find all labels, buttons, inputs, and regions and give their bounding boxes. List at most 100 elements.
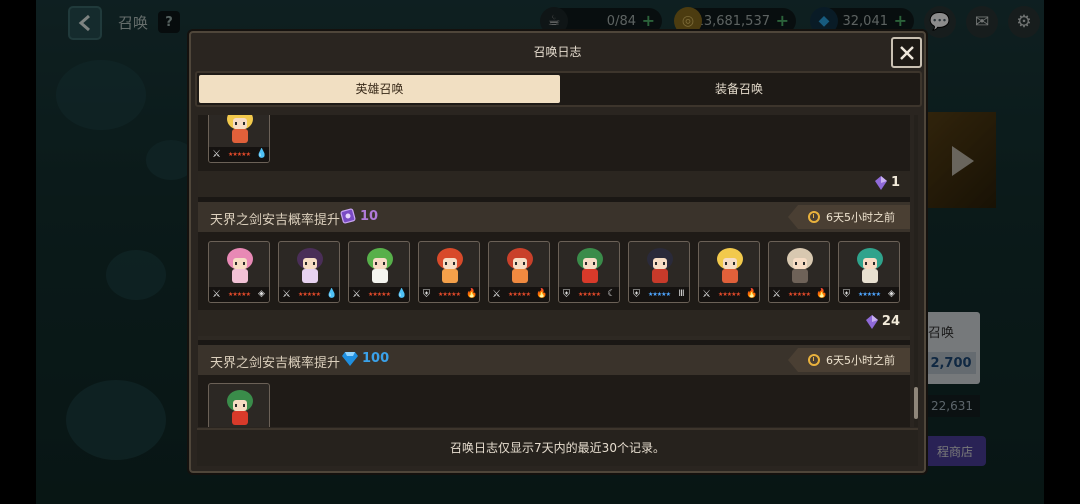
log-entry: 天界之剑安吉概率提升 100 6天5小时之前 ⚔★★★★★🔥	[198, 345, 910, 427]
fire-element-icon: 🔥	[746, 289, 758, 299]
hero-card[interactable]: ⚔ ★★★★★ ◈	[208, 241, 270, 303]
star-rating-icon: ★★★★★	[508, 291, 531, 298]
log-entry: 天界之剑安吉概率提升 10 6天5小时之前 ⚔ ★★★★★ ◈ ⚔ ★★★★★ 💧 ⚔ ★★★…	[198, 202, 910, 340]
hero-info-bar: ⚔ ★★★★★ 🔥	[489, 287, 549, 302]
shield-class-icon: ⛨	[632, 289, 641, 300]
hero-card[interactable]: ⚔ ★★★★★ 🔥	[698, 241, 760, 303]
hero-card[interactable]: ⛨ ★★★★★ 🔥	[418, 241, 480, 303]
hero-grid: ⚔ ★★★★★ ◈ ⚔ ★★★★★ 💧 ⚔ ★★★★★ 💧 ⛨ ★★★★★ 🔥 ⚔ ★★★★★ 🔥 ⛨ ★★★★…	[198, 232, 910, 310]
hero-portrait-icon	[857, 248, 883, 283]
hero-portrait-icon	[717, 248, 743, 283]
hero-portrait-icon	[577, 248, 603, 283]
hero-card[interactable]: ⚔ ★★★★★ 💧	[208, 115, 270, 163]
time-badge: 6天5小时之前	[788, 205, 910, 229]
hero-portrait-icon	[437, 248, 463, 283]
hero-info-bar: ⛨ ★★★★★ ☾	[559, 287, 619, 302]
entry-title: 天界之剑安吉概率提升	[210, 213, 341, 228]
shield-class-icon: ⛨	[422, 289, 431, 300]
hero-portrait-icon	[297, 248, 323, 283]
sword-class-icon: ⚔	[212, 149, 221, 160]
clock-icon	[808, 354, 820, 366]
hero-portrait-icon	[647, 248, 673, 283]
entry-cost: 10	[340, 208, 378, 224]
crystal-icon	[865, 314, 878, 329]
hero-info-bar: ⚔ ★★★★★ 💧	[209, 147, 269, 162]
hero-card[interactable]: ⛨ ★★★★★ ☾	[558, 241, 620, 303]
star-rating-icon: ★★★★★	[228, 291, 251, 298]
shield-class-icon: ⛨	[842, 289, 851, 300]
star-rating-icon: ★★★★★	[298, 291, 321, 298]
fire-element-icon: 🔥	[536, 289, 548, 299]
log-entry: ⚔ ★★★★★ 💧 1	[198, 115, 910, 197]
scrollbar[interactable]	[914, 115, 918, 427]
star-rating-icon: ★★★★★	[788, 291, 811, 298]
entry-header: 天界之剑安吉概率提升 100 6天5小时之前	[198, 345, 910, 375]
hero-portrait-icon	[787, 248, 813, 283]
summon-count: 24	[865, 314, 900, 329]
hero-portrait-icon	[507, 248, 533, 283]
sword-class-icon: ⚔	[212, 289, 221, 300]
gem-icon	[342, 351, 358, 366]
star-rating-icon: ★★★★★	[228, 151, 251, 158]
hero-info-bar: ⚔ ★★★★★ 🔥	[769, 287, 829, 302]
star-rating-icon: ★★★★★	[578, 291, 601, 298]
hero-info-bar: ⚔ ★★★★★ 💧	[349, 287, 409, 302]
star-rating-icon: ★★★★★	[368, 291, 391, 298]
earth-element-icon: ◈	[888, 289, 895, 299]
clock-icon	[808, 211, 820, 223]
star-rating-icon: ★★★★★	[858, 291, 881, 298]
sword-class-icon: ⚔	[352, 289, 361, 300]
hero-card[interactable]: ⛨ ★★★★★ ◈	[838, 241, 900, 303]
hero-info-bar: ⚔ ★★★★★ ◈	[209, 287, 269, 302]
hero-info-bar: ⛨ ★★★★★ 🔥	[419, 287, 479, 302]
hero-card[interactable]: ⚔ ★★★★★ 💧	[348, 241, 410, 303]
shield-class-icon: ⛨	[562, 289, 571, 300]
hero-card[interactable]: ⚔ ★★★★★ 💧	[278, 241, 340, 303]
hero-info-bar: ⛨ ★★★★★ ◈	[839, 287, 899, 302]
hero-card[interactable]: ⛨ ★★★★★ Ⅲ	[628, 241, 690, 303]
tab-equipment-summon[interactable]: 装备召唤	[560, 75, 918, 103]
dark-element-icon: ☾	[607, 289, 616, 299]
hero-info-bar: ⚔ ★★★★★ 💧	[279, 287, 339, 302]
sword-class-icon: ⚔	[282, 289, 291, 300]
summon-log-modal: 召唤日志 英雄召唤 装备召唤 ⚔ ★★★★★ 💧 1 天界之剑安吉概率提升 10	[189, 31, 926, 473]
entry-footer: 1	[198, 171, 910, 197]
sword-class-icon: ⚔	[492, 289, 501, 300]
fire-element-icon: 🔥	[466, 289, 478, 299]
water-element-icon: 💧	[396, 289, 408, 299]
earth-element-icon: ◈	[258, 289, 265, 299]
time-badge: 6天5小时之前	[788, 348, 910, 372]
tab-bar: 英雄召唤 装备召唤	[195, 71, 922, 107]
water-element-icon: 💧	[256, 149, 268, 159]
hero-grid: ⚔★★★★★🔥	[198, 375, 910, 427]
close-icon	[899, 45, 914, 60]
modal-title: 召唤日志	[533, 45, 582, 59]
star-rating-icon: ★★★★★	[718, 291, 741, 298]
hero-portrait-icon	[227, 248, 253, 283]
hero-card[interactable]: ⚔★★★★★🔥	[208, 383, 270, 427]
sword-class-icon: ⚔	[702, 289, 711, 300]
entry-cost: 100	[342, 351, 389, 366]
fire-element-icon: 🔥	[816, 289, 828, 299]
hero-info-bar: ⚔ ★★★★★ 🔥	[699, 287, 759, 302]
tab-hero-summon[interactable]: 英雄召唤	[199, 75, 560, 103]
hero-info-bar: ⛨ ★★★★★ Ⅲ	[629, 287, 689, 302]
entry-title: 天界之剑安吉概率提升	[210, 356, 341, 371]
entry-footer: 24	[198, 310, 910, 336]
crystal-icon	[874, 175, 887, 190]
close-button[interactable]	[891, 37, 922, 68]
hero-portrait-icon	[227, 115, 253, 143]
footer-note: 召唤日志仅显示7天内的最近30个记录。	[197, 428, 918, 466]
scroll-thumb[interactable]	[914, 387, 918, 419]
summon-count: 1	[874, 175, 900, 190]
hero-portrait-icon	[227, 390, 253, 425]
entry-header: 天界之剑安吉概率提升 10 6天5小时之前	[198, 202, 910, 232]
sword-class-icon: ⚔	[772, 289, 781, 300]
summon-log-list[interactable]: ⚔ ★★★★★ 💧 1 天界之剑安吉概率提升 10 6天5小时之前 ⚔ ★★★★…	[198, 115, 910, 427]
hero-portrait-icon	[367, 248, 393, 283]
hero-card[interactable]: ⚔ ★★★★★ 🔥	[488, 241, 550, 303]
star-rating-icon: ★★★★★	[648, 291, 671, 298]
star-rating-icon: ★★★★★	[438, 291, 461, 298]
hero-grid: ⚔ ★★★★★ 💧	[198, 115, 910, 171]
hero-card[interactable]: ⚔ ★★★★★ 🔥	[768, 241, 830, 303]
